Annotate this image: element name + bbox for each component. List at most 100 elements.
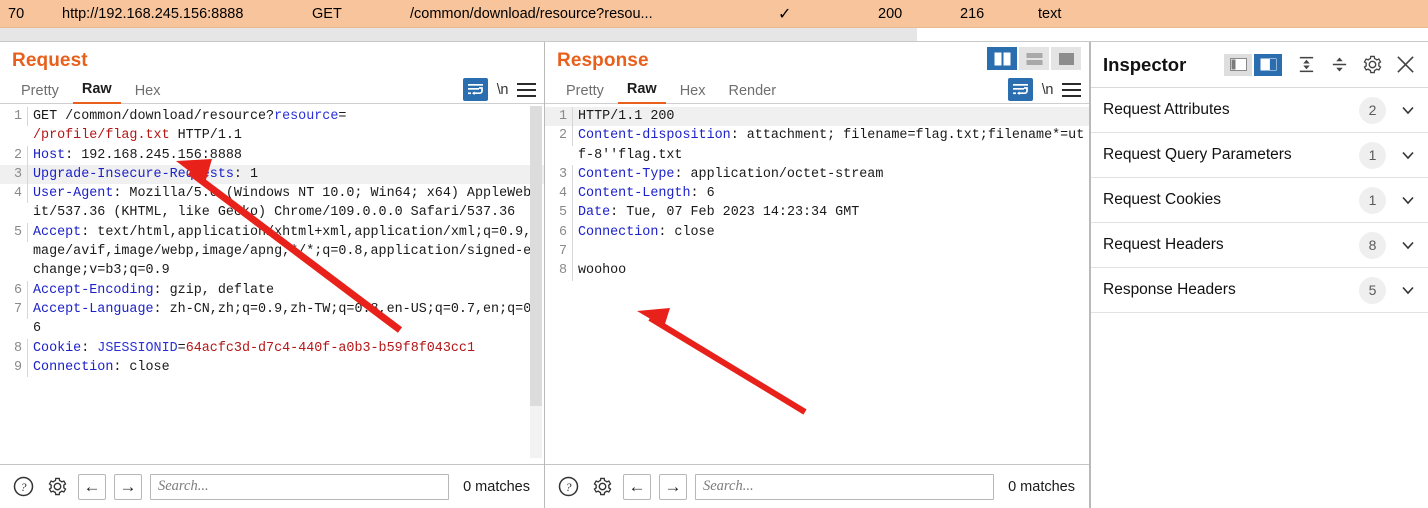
code-line: 9 Connection: close xyxy=(0,357,544,378)
code-line-number: 9 xyxy=(0,357,28,378)
code-line-number: 6 xyxy=(545,222,573,243)
response-search-input[interactable] xyxy=(695,473,995,500)
inspector-section-count: 1 xyxy=(1359,186,1386,214)
request-match-count: 0 matches xyxy=(463,478,530,495)
code-line-text: Content-Type: application/octet-stream xyxy=(573,165,1089,184)
tab-response-render[interactable]: Render xyxy=(720,83,786,104)
request-code-viewer[interactable]: 1 GET /common/download/resource?resource=… xyxy=(0,104,544,464)
code-line-text: Content-disposition: attachment; filenam… xyxy=(573,126,1089,165)
code-line-text: Date: Tue, 07 Feb 2023 14:23:34 GMT xyxy=(573,203,1089,222)
code-token: HTTP/1.1 200 xyxy=(578,109,675,124)
code-token: Connection xyxy=(33,359,114,375)
response-code-viewer[interactable]: 1 HTTP/1.1 200 2 Content-disposition: attac… xyxy=(545,104,1089,464)
newline-toggle-icon[interactable]: \n xyxy=(497,82,509,98)
request-code-body: 1 GET /common/download/resource?resource=… xyxy=(0,104,544,378)
chevron-down-icon[interactable] xyxy=(1400,237,1416,253)
chevron-down-icon[interactable] xyxy=(1400,147,1416,163)
history-scroll-thumb[interactable] xyxy=(0,28,917,41)
find-prev-button[interactable]: ← xyxy=(623,473,651,500)
inspector-section-count: 2 xyxy=(1359,96,1386,124)
code-line-text: woohoo xyxy=(573,261,1089,280)
code-line: 8 Cookie: JSESSIONID=64acfc3d-d7c4-440f-a… xyxy=(0,338,544,358)
code-line: 5 Accept: text/html,application/xhtml+xml… xyxy=(0,222,544,281)
tab-request-raw[interactable]: Raw xyxy=(72,81,121,104)
find-next-button[interactable]: → xyxy=(659,473,687,500)
code-line-number: 2 xyxy=(545,126,573,146)
code-token: /profile/flag.txt xyxy=(33,128,170,144)
request-findbar: ? ← → 0 matches xyxy=(0,464,544,508)
inspector-section-row[interactable]: Request Cookies 1 xyxy=(1091,178,1428,223)
inspector-section-label: Request Headers xyxy=(1103,236,1224,253)
hamburger-menu-icon[interactable] xyxy=(1062,82,1081,97)
request-vertical-scrollbar[interactable] xyxy=(530,106,542,458)
inspector-section-count: 1 xyxy=(1359,141,1386,169)
code-token: Cookie xyxy=(33,340,82,356)
chevron-down-icon[interactable] xyxy=(1400,102,1416,118)
code-token: Upgrade-Insecure-Requests xyxy=(33,166,234,182)
gear-icon[interactable] xyxy=(589,474,615,500)
request-search-input[interactable] xyxy=(150,473,450,500)
response-code-body: 1 HTTP/1.1 200 2 Content-disposition: attac… xyxy=(545,104,1089,281)
inspector-section-row[interactable]: Request Attributes 2 xyxy=(1091,88,1428,133)
layout-split-vertical-icon[interactable] xyxy=(987,47,1017,70)
code-line-number: 3 xyxy=(0,164,28,185)
code-line-number: 3 xyxy=(545,164,573,185)
code-token: 64acfc3d-d7c4-440f-a0b3-b59f8f043cc1 xyxy=(185,340,475,356)
pane-right-icon[interactable] xyxy=(1254,53,1282,76)
inspector-section-label: Response Headers xyxy=(1103,281,1236,298)
gear-icon[interactable] xyxy=(44,474,70,500)
code-line-text: Connection: close xyxy=(28,358,544,377)
code-line-text: Cookie: JSESSIONID=64acfc3d-d7c4-440f-a0… xyxy=(28,339,544,358)
code-token: : Tue, 07 Feb 2023 14:23:34 GMT xyxy=(610,205,860,221)
tab-response-hex[interactable]: Hex xyxy=(671,83,715,104)
pane-left-icon[interactable] xyxy=(1224,53,1252,76)
find-next-button[interactable]: → xyxy=(114,473,142,500)
gear-icon[interactable] xyxy=(1359,52,1385,78)
response-panel: Response Pretty Raw Hex Render \n 1 HTTP… xyxy=(545,42,1090,508)
code-line-text: Accept-Language: zh-CN,zh;q=0.9,zh-TW;q=… xyxy=(28,300,544,339)
layout-single-pane-icon[interactable] xyxy=(1051,47,1081,70)
code-token: : close xyxy=(658,224,715,240)
code-line-text: Accept: text/html,application/xhtml+xml,… xyxy=(28,223,544,281)
find-prev-button[interactable]: ← xyxy=(78,473,106,500)
layout-split-horizontal-icon[interactable] xyxy=(1019,47,1049,70)
word-wrap-icon[interactable] xyxy=(462,78,488,101)
code-token: : application/octet-stream xyxy=(674,166,884,182)
newline-toggle-icon[interactable]: \n xyxy=(1042,82,1054,98)
tab-response-pretty[interactable]: Pretty xyxy=(557,83,613,104)
code-token: = xyxy=(177,340,186,356)
view-layout-toggle-group xyxy=(987,47,1081,70)
help-icon[interactable]: ? xyxy=(555,474,581,500)
code-line: /profile/flag.txt HTTP/1.1 xyxy=(0,126,544,145)
code-line: 1 HTTP/1.1 200 xyxy=(545,107,1089,127)
request-scroll-thumb[interactable] xyxy=(530,106,542,406)
code-line-number: 1 xyxy=(0,107,28,127)
code-line-text: /profile/flag.txt HTTP/1.1 xyxy=(28,126,544,145)
proxy-history-selected-row[interactable]: 70 http://192.168.245.156:8888 GET /comm… xyxy=(0,0,1428,28)
collapse-all-icon[interactable] xyxy=(1326,52,1352,78)
tab-response-raw[interactable]: Raw xyxy=(617,81,666,104)
tab-request-hex[interactable]: Hex xyxy=(126,83,170,104)
expand-all-icon[interactable] xyxy=(1293,52,1319,78)
inspector-section-row[interactable]: Request Query Parameters 1 xyxy=(1091,133,1428,178)
code-token: Connection xyxy=(578,224,659,240)
tab-request-pretty[interactable]: Pretty xyxy=(12,83,68,104)
inspector-section-count: 5 xyxy=(1359,276,1386,304)
code-token: Accept xyxy=(33,224,82,240)
code-token: Accept-Language xyxy=(33,301,154,317)
code-token: : 1 xyxy=(233,166,259,182)
history-horizontal-scrollbar[interactable] xyxy=(0,28,1428,42)
inspector-section-row[interactable]: Response Headers 5 xyxy=(1091,268,1428,313)
inspector-tools xyxy=(1224,52,1418,78)
chevron-down-icon[interactable] xyxy=(1400,282,1416,298)
history-cell-method: GET xyxy=(312,5,342,22)
code-token: Content-Length xyxy=(578,186,691,202)
help-icon[interactable]: ? xyxy=(10,474,36,500)
close-icon[interactable] xyxy=(1392,52,1418,78)
hamburger-menu-icon[interactable] xyxy=(517,82,536,97)
word-wrap-icon[interactable] xyxy=(1007,78,1033,101)
code-line: 8 woohoo xyxy=(545,261,1089,281)
chevron-down-icon[interactable] xyxy=(1400,192,1416,208)
inspector-section-row[interactable]: Request Headers 8 xyxy=(1091,223,1428,268)
inspector-layout-group xyxy=(1224,53,1282,76)
